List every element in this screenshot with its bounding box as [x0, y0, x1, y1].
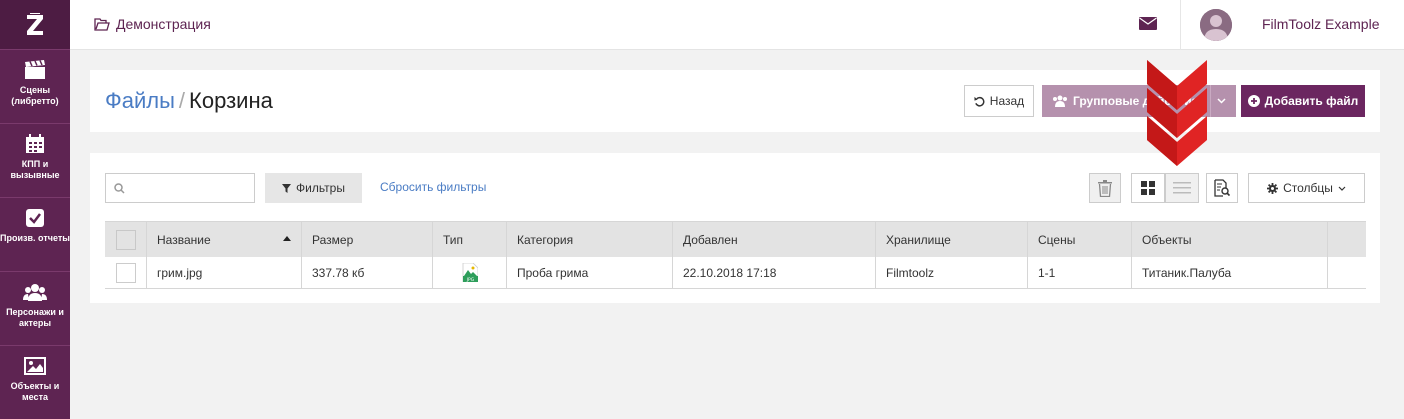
annotation-arrow-icon	[1147, 60, 1207, 166]
columns-button[interactable]: Столбцы	[1248, 173, 1365, 203]
header-select-all[interactable]	[105, 222, 147, 257]
app-logo[interactable]	[0, 0, 70, 50]
header-type-label: Тип	[443, 232, 464, 247]
back-button-label: Назад	[989, 94, 1025, 108]
sort-asc-icon	[283, 236, 291, 241]
header-category[interactable]: Категория	[507, 222, 673, 257]
avatar[interactable]	[1200, 9, 1232, 41]
content-panel: Фильтры Сбросить фильтры Столбцы Названи…	[90, 153, 1380, 303]
document-search-icon	[1214, 179, 1230, 197]
header-name[interactable]: Название	[147, 222, 302, 257]
table-row[interactable]: грим.jpg 337.78 кб JPG Проба грима 22.10…	[105, 257, 1366, 289]
svg-text:JPG: JPG	[465, 277, 474, 282]
search-input[interactable]	[131, 181, 254, 195]
header-added-label: Добавлен	[683, 232, 738, 247]
sidebar-item-label: КПП и вызывные	[10, 159, 60, 180]
mail-button[interactable]	[1139, 16, 1157, 34]
cell-extra	[1328, 257, 1366, 288]
header-storage-label: Хранилище	[886, 232, 951, 247]
user-avatar-icon	[1200, 9, 1232, 41]
clapperboard-icon	[25, 60, 45, 79]
table-header: Название Размер Тип Категория Добавлен Х…	[105, 221, 1366, 257]
page-title: Файлы / Корзина	[105, 88, 273, 114]
cell-category: Проба грима	[507, 257, 673, 288]
group-actions-dropdown[interactable]	[1210, 85, 1236, 117]
sidebar-item-label: Сцены (либретто)	[11, 85, 59, 106]
picture-icon	[24, 357, 46, 375]
cell-added: 22.10.2018 17:18	[673, 257, 876, 288]
header-added[interactable]: Добавлен	[673, 222, 876, 257]
row-checkbox[interactable]	[115, 262, 136, 283]
header-name-label: Название	[157, 232, 211, 247]
breadcrumb-label: Демонстрация	[116, 16, 211, 32]
header-extra	[1328, 222, 1366, 257]
sidebar: Сцены (либретто) КПП и вызывные Произв. …	[0, 0, 70, 419]
sidebar-item-characters[interactable]: Персонажи и актеры	[0, 272, 70, 346]
logo-icon	[27, 12, 43, 35]
chevron-down-icon	[1338, 186, 1346, 191]
list-view-button[interactable]	[1165, 173, 1199, 203]
title-separator: /	[178, 88, 186, 113]
chevron-down-icon	[1216, 98, 1226, 104]
preview-button[interactable]	[1206, 173, 1238, 203]
page-title-current: Корзина	[189, 88, 273, 113]
header-objects[interactable]: Объекты	[1132, 222, 1328, 257]
cell-size: 337.78 кб	[302, 257, 433, 288]
trash-icon	[1098, 179, 1112, 197]
reset-filters-link[interactable]: Сбросить фильтры	[380, 180, 486, 194]
users-icon	[1053, 95, 1067, 107]
header-scenes-label: Сцены	[1038, 232, 1076, 247]
grid-icon	[1141, 181, 1155, 195]
sidebar-item-label: Объекты и места	[10, 381, 60, 402]
cell-type: JPG	[433, 257, 507, 288]
jpg-file-icon: JPG	[462, 263, 478, 282]
envelope-icon	[1139, 17, 1157, 30]
header-scenes[interactable]: Сцены	[1028, 222, 1132, 257]
search-icon	[114, 182, 125, 194]
cell-storage: Filmtoolz	[876, 257, 1028, 288]
sidebar-item-label: Произв. отчеты	[0, 233, 70, 243]
list-icon	[1173, 182, 1191, 194]
top-bar: Демонстрация FilmToolz Example	[70, 0, 1404, 50]
header-size-label: Размер	[312, 232, 354, 247]
header-type[interactable]: Тип	[433, 222, 507, 257]
people-icon	[23, 284, 47, 301]
select-all-checkbox[interactable]	[115, 229, 136, 250]
cell-scenes: 1-1	[1028, 257, 1132, 288]
folder-open-icon	[94, 17, 110, 31]
columns-label: Столбцы	[1283, 181, 1333, 195]
gear-icon	[1267, 182, 1279, 194]
cell-objects: Титаник.Палуба	[1132, 257, 1328, 288]
cell-name[interactable]: грим.jpg	[147, 257, 302, 288]
undo-icon	[974, 96, 985, 107]
add-file-label: Добавить файл	[1264, 94, 1359, 108]
sidebar-item-reports[interactable]: Произв. отчеты	[0, 198, 70, 272]
files-link[interactable]: Файлы	[105, 88, 175, 113]
breadcrumb[interactable]: Демонстрация	[94, 16, 211, 32]
sidebar-item-label: Персонажи и актеры	[6, 307, 64, 328]
header-size[interactable]: Размер	[302, 222, 433, 257]
trash-button[interactable]	[1089, 173, 1121, 203]
sidebar-item-kpp[interactable]: КПП и вызывные	[0, 124, 70, 198]
back-button[interactable]: Назад	[964, 85, 1034, 117]
filter-icon	[282, 183, 292, 193]
search-box[interactable]	[105, 173, 255, 203]
row-select[interactable]	[105, 257, 147, 288]
calendar-icon	[26, 134, 44, 153]
header-storage[interactable]: Хранилище	[876, 222, 1028, 257]
username[interactable]: FilmToolz Example	[1262, 16, 1379, 32]
checkbox-icon	[26, 209, 44, 227]
grid-view-button[interactable]	[1131, 173, 1165, 203]
filters-button[interactable]: Фильтры	[265, 173, 362, 203]
filters-label: Фильтры	[296, 181, 345, 195]
header-objects-label: Объекты	[1142, 232, 1192, 247]
add-file-button[interactable]: Добавить файл	[1241, 85, 1365, 117]
topbar-divider	[1180, 0, 1181, 50]
files-table: Название Размер Тип Категория Добавлен Х…	[105, 221, 1366, 289]
sidebar-item-scenes[interactable]: Сцены (либретто)	[0, 50, 70, 124]
sidebar-item-objects[interactable]: Объекты и места	[0, 346, 70, 419]
header-category-label: Категория	[517, 232, 574, 247]
plus-circle-icon	[1247, 95, 1260, 107]
